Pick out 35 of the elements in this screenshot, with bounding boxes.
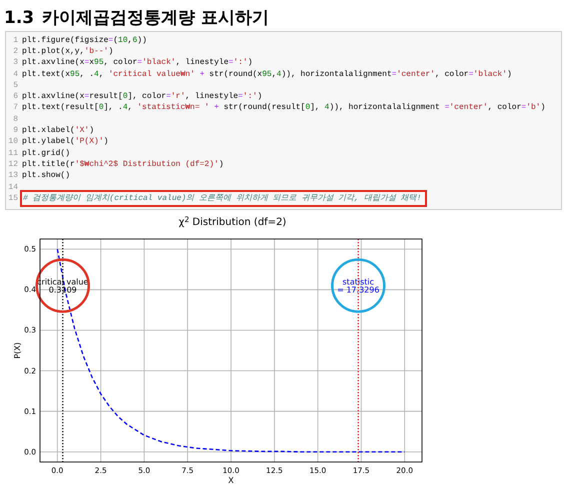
line-number: 1: [12, 36, 19, 45]
line-number: 14: [7, 184, 19, 192]
code-line: plt.text(result[0], .4, 'statistic₩n= ' + str(round(result[0], 4)), horizontalalignment ='center', color='b'): [22, 104, 546, 112]
code-line: plt.title(r'$₩chi^2$ Distribution (df=2)'): [22, 160, 224, 169]
section-number: 1.3: [4, 10, 34, 26]
section-title: 카이제곱검정통계량 표시하기: [42, 10, 270, 26]
x-axis-label: X: [228, 476, 234, 486]
code-comment: # 검정통계량이 임계치(critical value)의 오른쪽에 위치하게 되므로 귀무가설 기각, 대립가설 채택!: [23, 194, 422, 203]
line-number: 11: [7, 150, 19, 158]
annotation-text: = 17.3296: [337, 286, 380, 296]
line-number: 6: [12, 93, 19, 102]
line-number: 4: [12, 70, 19, 79]
line-number: 8: [12, 116, 19, 124]
code-line: plt.figure(figsize=(10,6)): [22, 36, 147, 45]
line-number: 7: [12, 104, 19, 112]
line-number: 13: [7, 172, 19, 180]
line-number: 12: [7, 160, 19, 169]
annotation-text: 0.3109: [48, 286, 77, 296]
code-line: plt.axvline(x=result[0], color='r', linestyle=':'): [22, 93, 262, 102]
annotation-text: statistic: [342, 278, 374, 288]
line-number: 9: [12, 127, 19, 136]
code-line: plt.text(x95, .4, 'critical value₩n' + str(round(x95,4)), horizontalalignment='center', color='black'): [22, 70, 512, 79]
code-line: plt.ylabel('P(X)'): [22, 138, 108, 146]
code-line: plt.axvline(x=x95, color='black', linestyle=':'): [22, 59, 253, 68]
line-number: 2: [12, 48, 19, 56]
chart-title: χ$^{2}$ Distribution (df=2): [178, 218, 286, 228]
code-line: plt.grid(): [22, 150, 70, 158]
line-number: 10: [7, 138, 19, 146]
code-line: plt.plot(x,y,'b--'): [22, 48, 114, 56]
line-number: 3: [12, 59, 19, 68]
code-line: plt.show(): [22, 172, 70, 180]
line-number: 15: [7, 194, 19, 203]
y-axis-label: P(X): [13, 342, 22, 360]
line-number: 5: [12, 82, 19, 90]
code-line: plt.xlabel('X'): [22, 127, 94, 136]
